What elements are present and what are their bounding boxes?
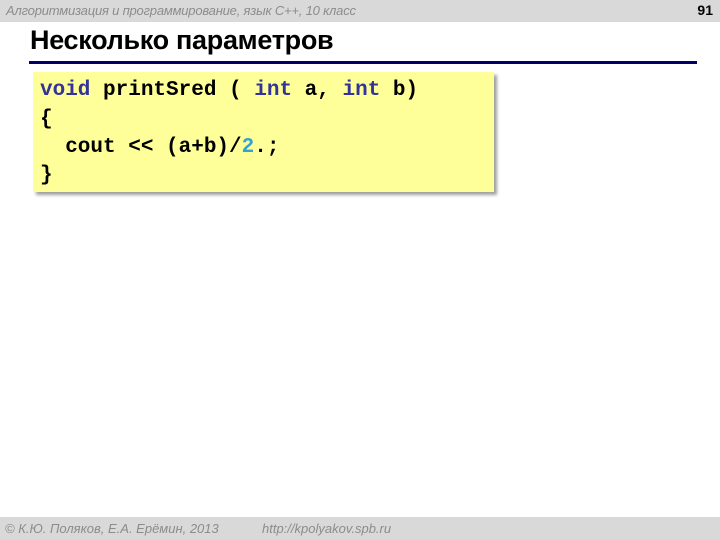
site-url-link[interactable]: http://kpolyakov.spb.ru: [262, 521, 391, 536]
title-underline: [29, 61, 697, 64]
code-token-plain: cout << (a+b)/: [40, 136, 242, 159]
code-block: void printSred ( int a, int b) { cout <<…: [33, 72, 494, 192]
slide-number: 91: [697, 2, 713, 18]
code-token-keyword: int: [254, 79, 293, 102]
code-line: {: [40, 108, 53, 131]
code-token-keyword: int: [342, 79, 381, 102]
code-token-plain: a,: [292, 79, 343, 102]
code-token-plain: b): [380, 79, 419, 102]
slide-title: Несколько параметров: [30, 25, 334, 55]
code-line: }: [40, 164, 53, 187]
code-line: cout << (a+b)/2.;: [40, 136, 279, 159]
code-token-number: 2: [241, 136, 255, 159]
code-token-plain: .;: [254, 136, 280, 159]
code-token-keyword: void: [40, 79, 91, 102]
code-token-plain: }: [40, 164, 53, 187]
header-bar: Алгоритмизация и программирование, язык …: [0, 0, 720, 22]
code-line: void printSred ( int a, int b): [40, 79, 418, 102]
code-token-plain: printSred (: [90, 79, 255, 102]
copyright-text: © К.Ю. Поляков, Е.А. Ерёмин, 2013: [5, 521, 219, 536]
code-token-plain: {: [40, 108, 53, 131]
footer-bar: © К.Ю. Поляков, Е.А. Ерёмин, 2013 http:/…: [0, 517, 720, 540]
course-title: Алгоритмизация и программирование, язык …: [6, 3, 356, 18]
